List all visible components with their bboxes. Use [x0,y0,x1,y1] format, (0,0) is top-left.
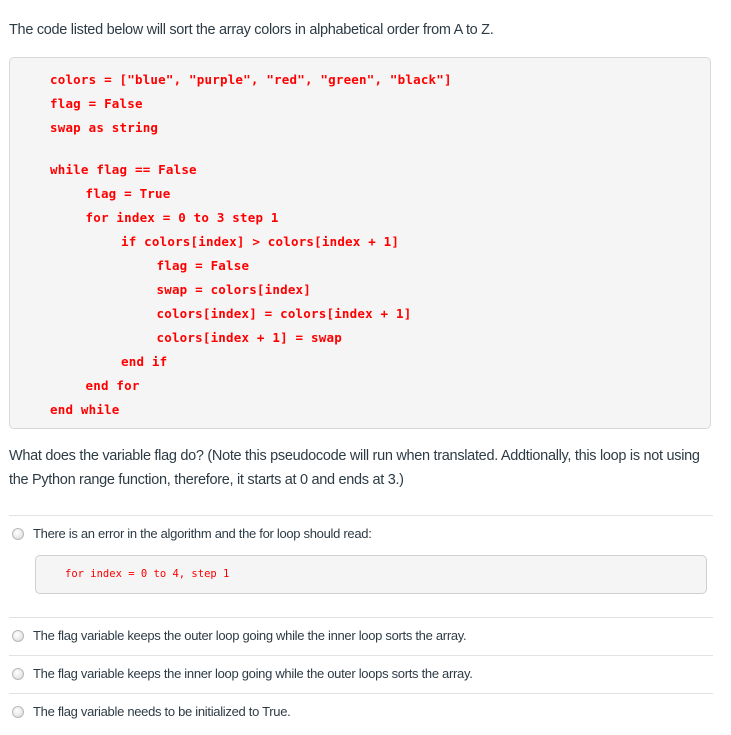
code-line: flag = False [156,258,250,273]
code-block: colors = ["blue", "purple", "red", "gree… [9,57,711,429]
answer-option-3[interactable]: The flag variable keeps the inner loop g… [12,666,473,681]
divider [9,617,713,618]
code-line: colors[index] = colors[index + 1] [156,306,412,321]
question-text: What does the variable flag do? (Note th… [9,448,700,488]
answer-option-2[interactable]: The flag variable keeps the outer loop g… [12,628,467,643]
divider [9,515,713,516]
code-line: colors = ["blue", "purple", "red", "gree… [50,72,452,87]
code-line: if colors[index] > colors[index + 1] [121,234,400,249]
code-line: while flag == False [50,162,197,177]
code-line: swap = colors[index] [156,282,312,297]
code-line: flag = True [85,186,171,201]
divider [9,693,713,694]
answer-option-1[interactable]: There is an error in the algorithm and t… [12,526,372,541]
code-line: swap as string [50,120,159,135]
code-line: end if [121,354,168,369]
answer-code-text: for index = 0 to 4, step 1 [65,568,230,580]
code-line: for index = 0 to 3 step 1 [85,210,279,225]
answer-label: The flag variable keeps the inner loop g… [33,666,473,681]
answer-label: There is an error in the algorithm and t… [33,526,372,541]
code-line: end for [85,378,140,393]
radio-button[interactable] [12,629,24,642]
divider [9,655,713,656]
radio-button[interactable] [12,667,24,680]
radio-button[interactable] [12,527,24,540]
intro-text: The code listed below will sort the arra… [9,22,494,38]
code-line: flag = False [50,96,143,111]
code-line: colors[index + 1] = swap [156,330,342,345]
answer-option-4[interactable]: The flag variable needs to be initialize… [12,704,291,719]
answer-label: The flag variable needs to be initialize… [33,704,291,719]
radio-button[interactable] [12,705,24,718]
answer-label: The flag variable keeps the outer loop g… [33,628,467,643]
code-line: end while [50,402,120,417]
answer-code-block: for index = 0 to 4, step 1 [35,555,707,594]
